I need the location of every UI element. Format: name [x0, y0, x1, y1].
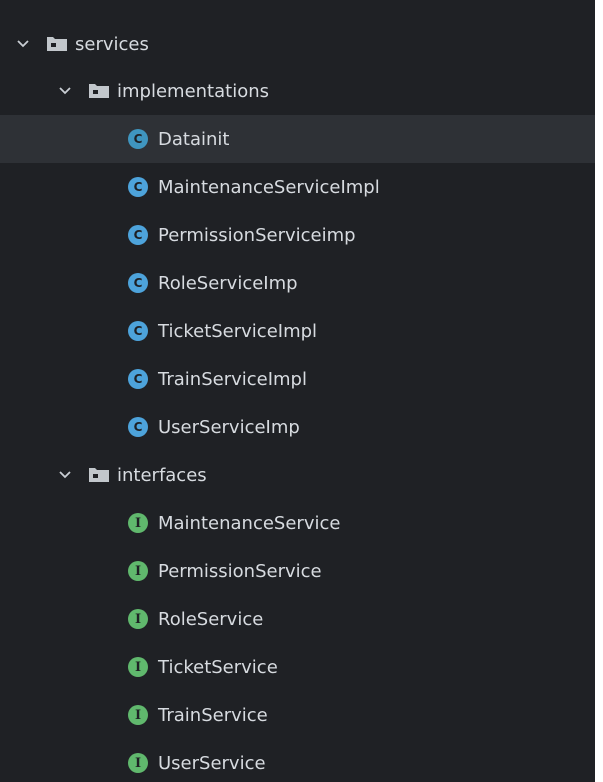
tree-item-ticket-service[interactable]: I TicketService [0, 643, 595, 691]
tree-item-ticket-service-impl[interactable]: C TicketServiceImpl [0, 307, 595, 355]
tree-folder-interfaces[interactable]: interfaces [0, 451, 595, 499]
chevron-down-icon[interactable] [58, 84, 72, 98]
tree-item-label: TrainService [158, 704, 268, 726]
tree-item-label: RoleServiceImp [158, 272, 298, 294]
tree-item-label: UserServiceImp [158, 416, 300, 438]
tree-item-label: UserService [158, 752, 266, 774]
class-icon: C [128, 225, 148, 245]
interface-icon: I [128, 561, 148, 581]
tree-folder-services[interactable]: services [0, 20, 595, 68]
chevron-down-icon[interactable] [16, 37, 30, 51]
folder-icon [89, 467, 109, 483]
folder-icon [89, 83, 109, 99]
tree-item-role-service-imp[interactable]: C RoleServiceImp [0, 259, 595, 307]
class-icon: C [128, 417, 148, 437]
tree-item-label: Datainit [158, 128, 230, 150]
interface-icon: I [128, 753, 148, 773]
tree-folder-implementations[interactable]: implementations [0, 67, 595, 115]
interface-icon: I [128, 513, 148, 533]
tree-folder-label: interfaces [117, 464, 207, 486]
tree-item-label: PermissionServiceimp [158, 224, 356, 246]
tree-item-label: RoleService [158, 608, 264, 630]
class-icon: C [128, 369, 148, 389]
tree-item-label: MaintenanceServiceImpl [158, 176, 380, 198]
tree-item-label: TrainServiceImpl [158, 368, 307, 390]
tree-item-label: TicketServiceImpl [158, 320, 318, 342]
class-icon: C [128, 177, 148, 197]
interface-icon: I [128, 609, 148, 629]
class-icon: C [128, 321, 148, 341]
tree-item-train-service-impl[interactable]: C TrainServiceImpl [0, 355, 595, 403]
tree-item-label: MaintenanceService [158, 512, 341, 534]
tree-item-permission-serviceimp[interactable]: C PermissionServiceimp [0, 211, 595, 259]
tree-item-maintenance-service-impl[interactable]: C MaintenanceServiceImpl [0, 163, 595, 211]
tree-item-user-service-imp[interactable]: C UserServiceImp [0, 403, 595, 451]
tree-folder-label: services [75, 33, 149, 55]
chevron-down-icon[interactable] [58, 468, 72, 482]
tree-item-user-service[interactable]: I UserService [0, 739, 595, 782]
tree-item-label: TicketService [158, 656, 278, 678]
tree-folder-label: implementations [117, 80, 269, 102]
tree-item-label: PermissionService [158, 560, 322, 582]
tree-item-maintenance-service[interactable]: I MaintenanceService [0, 499, 595, 547]
project-tree-panel: services implementations C Datainit C Ma… [0, 0, 595, 782]
tree-item-permission-service[interactable]: I PermissionService [0, 547, 595, 595]
class-icon: C [128, 273, 148, 293]
tree-item-role-service[interactable]: I RoleService [0, 595, 595, 643]
class-icon: C [128, 129, 148, 149]
interface-icon: I [128, 657, 148, 677]
folder-icon [47, 36, 67, 52]
tree-item-datainit[interactable]: C Datainit [0, 115, 595, 163]
interface-icon: I [128, 705, 148, 725]
tree-item-train-service[interactable]: I TrainService [0, 691, 595, 739]
